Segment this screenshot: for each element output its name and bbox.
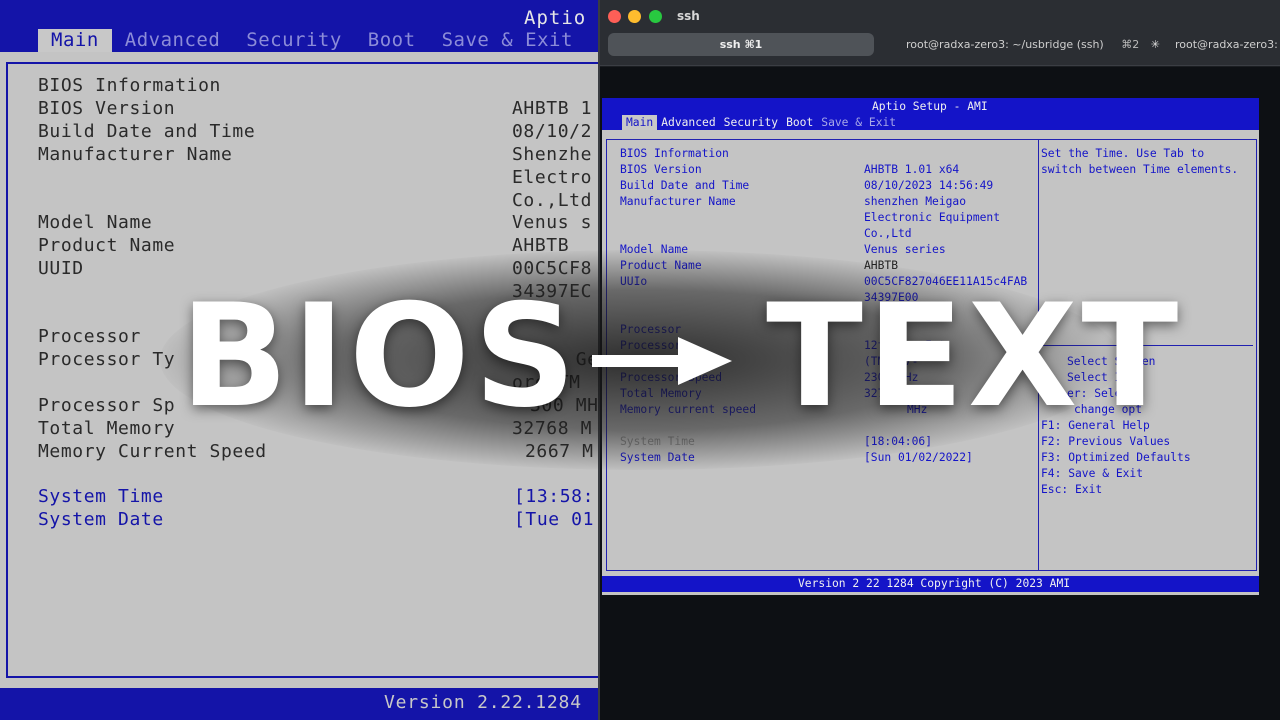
terminal-bios-header: Aptio Setup - AMI Main Advanced Security…	[602, 98, 1259, 130]
term-product-name-value: AHBTB	[864, 259, 899, 272]
terminal-tab-2-label: root@radxa-zero3: ~/usbridge (ssh)	[906, 38, 1104, 51]
memory-speed-value: 2667 M	[525, 441, 594, 462]
manufacturer-value-line2: Electro	[512, 167, 593, 188]
tab-advanced[interactable]: Advanced	[112, 29, 234, 52]
window-title: ssh	[677, 9, 700, 23]
terminal-tab-2[interactable]: root@radxa-zero3: ~/usbridge (ssh) ⌘2 ✳	[906, 33, 1160, 56]
help-text-line1: Set the Time. Use Tab to	[1041, 147, 1205, 160]
term-system-date-value[interactable]: [Sun 01/02/2022]	[864, 451, 973, 464]
manufacturer-value-line3: Co.,Ltd	[512, 190, 593, 211]
terminal-tab-3[interactable]: root@radxa-zero3: ~/u	[1175, 33, 1280, 56]
term-manufacturer-value: shenzhen Meigao	[864, 195, 967, 208]
system-time-value[interactable]: [13:58:	[514, 486, 594, 507]
model-name-value: Venus s	[512, 212, 593, 233]
term-model-name-value: Venus series	[864, 243, 946, 256]
term-build-date-value: 08/10/2023 14:56:49	[864, 179, 994, 192]
processor-speed-label: Processor Sp	[38, 395, 176, 416]
bios-version-value: AHBTB 1	[512, 98, 593, 119]
term-build-date-label: Build Date and Time	[620, 179, 750, 192]
processor-heading: Processor	[38, 326, 141, 347]
term-model-name-label: Model Name	[620, 243, 689, 256]
term-tab-boot[interactable]: Boot	[782, 115, 817, 130]
tab-main[interactable]: Main	[38, 29, 112, 52]
memory-speed-label: Memory Current Speed	[38, 441, 267, 462]
maximize-window-button[interactable]	[649, 10, 662, 23]
term-bios-version-value: AHBTB 1.01 x64	[864, 163, 960, 176]
help-text-line2: switch between Time elements.	[1041, 163, 1239, 176]
term-manufacturer-label: Manufacturer Name	[620, 195, 736, 208]
terminal-bios-title: Aptio Setup - AMI	[872, 100, 988, 113]
product-name-value: AHBTB	[512, 235, 570, 256]
term-bios-version-label: BIOS Version	[620, 163, 702, 176]
manufacturer-label: Manufacturer Name	[38, 144, 233, 165]
bios-version-footer: Version 2.22.1284	[384, 692, 582, 713]
term-system-date-label[interactable]: System Date	[620, 451, 695, 464]
term-manufacturer-value-line3: Co.,Ltd	[864, 227, 912, 240]
terminal-titlebar: ssh ssh ⌘1 root@radxa-zero3: ~/usbridge …	[600, 0, 1280, 66]
system-date-label[interactable]: System Date	[38, 509, 164, 530]
model-name-label: Model Name	[38, 212, 153, 233]
uuid-label: UUID	[38, 258, 84, 279]
terminal-bios-footer: Version 2 22 1284 Copyright (C) 2023 AMI	[602, 576, 1259, 592]
arrow-right-icon	[592, 337, 732, 385]
overlay-title-left: BIOS	[180, 274, 581, 439]
term-tab-save-exit[interactable]: Save & Exit	[817, 115, 900, 130]
overlay-title-right: TEXT	[766, 274, 1183, 439]
loading-spinner-icon: ✳	[1150, 38, 1160, 51]
key-f3-defaults: F3: Optimized Defaults	[1041, 451, 1191, 464]
bios-version-label: BIOS Version	[38, 98, 176, 119]
bios-title: Aptio	[524, 7, 587, 29]
tab-save-exit[interactable]: Save & Exit	[429, 29, 586, 52]
tab-boot[interactable]: Boot	[355, 29, 429, 52]
key-esc-exit: Esc: Exit	[1041, 483, 1103, 496]
system-date-value[interactable]: [Tue 01	[514, 509, 594, 530]
term-bios-info-heading: BIOS Information	[620, 147, 729, 160]
term-tab-security[interactable]: Security	[720, 115, 782, 130]
term-product-name-label: Product Name	[620, 259, 702, 272]
manufacturer-value: Shenzhe	[512, 144, 593, 165]
terminal-bios-tabs: Main Advanced Security Boot Save & Exit	[622, 115, 900, 130]
system-time-label[interactable]: System Time	[38, 486, 164, 507]
tab-security[interactable]: Security	[233, 29, 355, 52]
term-manufacturer-value-line2: Electronic Equipment	[864, 211, 1001, 224]
terminal-tab-1-label: ssh ⌘1	[719, 38, 763, 51]
term-tab-advanced[interactable]: Advanced	[657, 115, 719, 130]
terminal-tab-1[interactable]: ssh ⌘1	[608, 33, 874, 56]
terminal-tab-3-label: root@radxa-zero3: ~/u	[1175, 38, 1280, 51]
terminal-bios-version: Version 2 22 1284 Copyright (C) 2023 AMI	[798, 577, 1071, 590]
bios-header-bar: Aptio Main Advanced Security Boot Save &…	[0, 0, 598, 52]
build-date-label: Build Date and Time	[38, 121, 256, 142]
term-system-time-label[interactable]: System Time	[620, 435, 695, 448]
key-f4-save-exit: F4: Save & Exit	[1041, 467, 1144, 480]
minimize-window-button[interactable]	[628, 10, 641, 23]
processor-type-label: Processor Ty	[38, 349, 176, 370]
close-window-button[interactable]	[608, 10, 621, 23]
terminal-tab-2-shortcut: ⌘2	[1121, 38, 1140, 51]
term-tab-main[interactable]: Main	[622, 115, 658, 130]
bios-info-heading: BIOS Information	[38, 75, 221, 96]
bios-tab-bar: Main Advanced Security Boot Save & Exit	[38, 29, 586, 52]
build-date-value: 08/10/2	[512, 121, 593, 142]
product-name-label: Product Name	[38, 235, 176, 256]
total-memory-label: Total Memory	[38, 418, 176, 439]
bios-footer-bar: Version 2.22.1284	[0, 688, 598, 720]
